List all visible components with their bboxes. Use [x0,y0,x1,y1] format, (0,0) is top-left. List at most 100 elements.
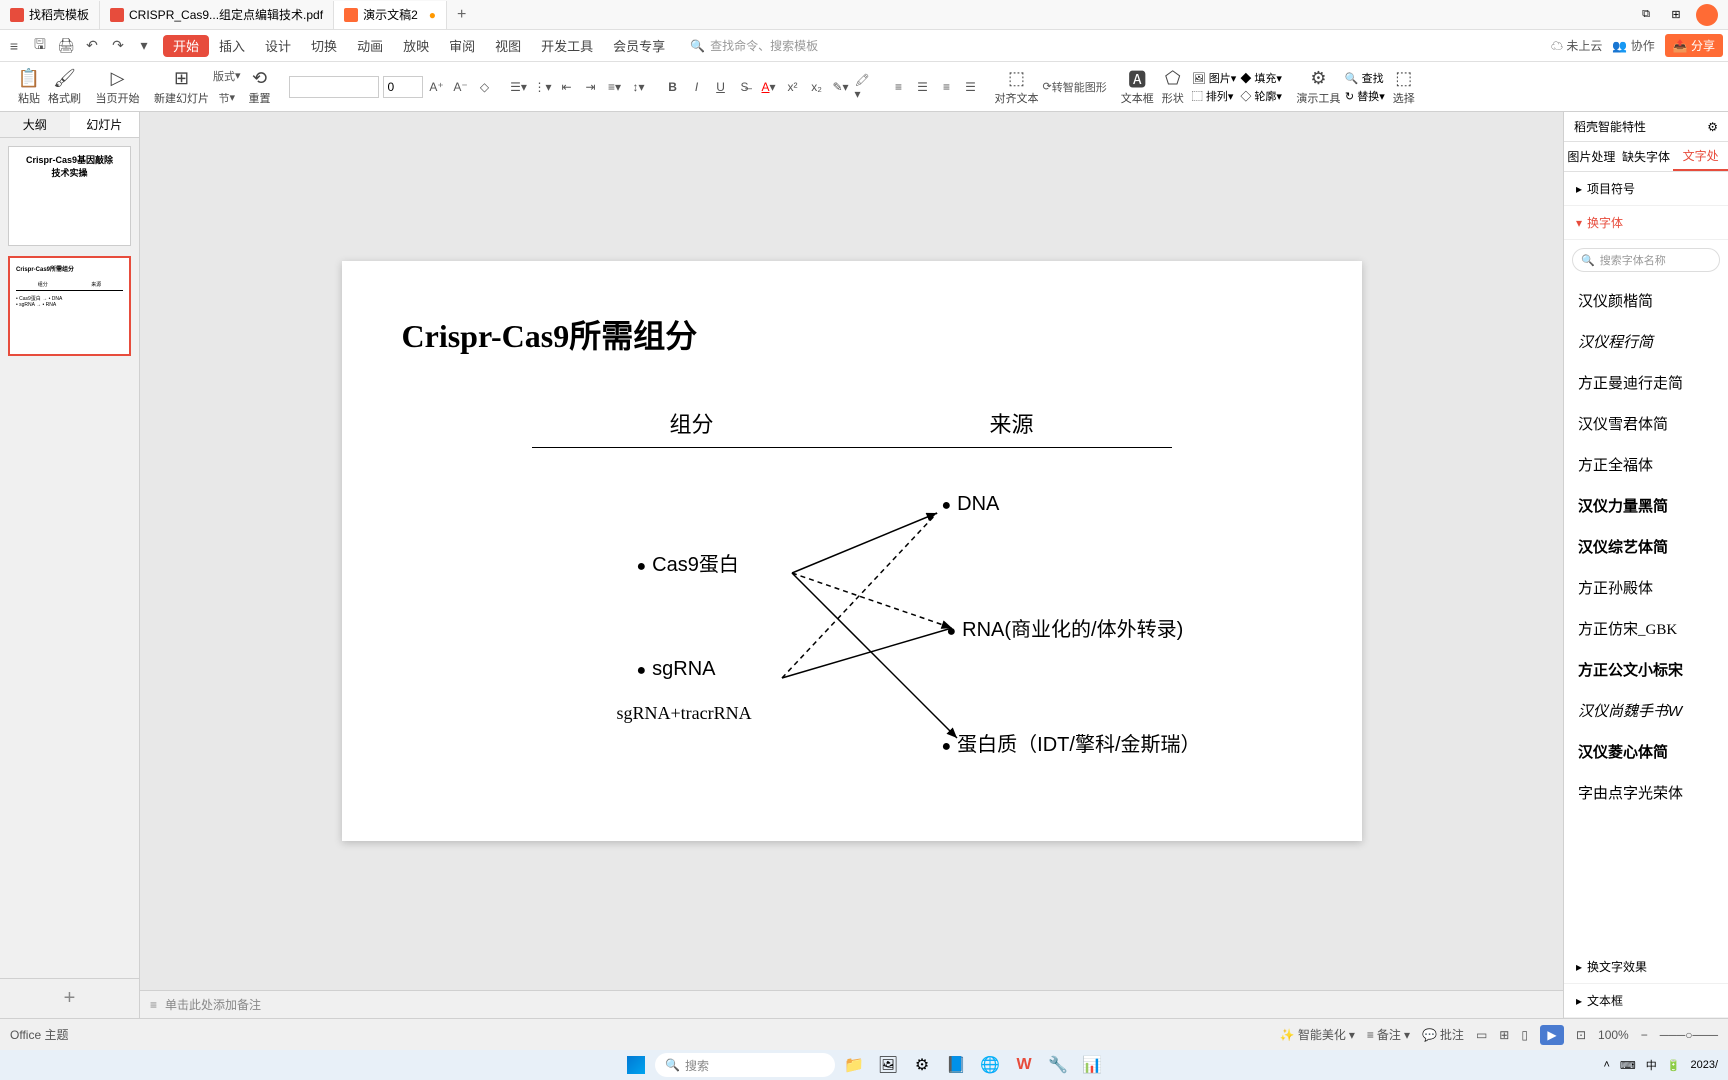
menu-review[interactable]: 审阅 [439,30,485,61]
menu-play[interactable]: 放映 [393,30,439,61]
canvas-wrap[interactable]: Crispr-Cas9所需组分 组分 来源 [140,112,1563,990]
superscript-button[interactable]: x² [783,77,803,97]
font-item[interactable]: 汉仪力量黑简 [1564,485,1728,526]
zoom-level[interactable]: 100% [1598,1028,1629,1042]
item-cas9[interactable]: ●Cas9蛋白 [637,548,739,577]
zoom-out-button[interactable]: − [1641,1028,1648,1042]
underline-button[interactable]: U [711,77,731,97]
task-app-3[interactable]: ⚙ [907,1052,937,1078]
tab-pdf[interactable]: CRISPR_Cas9...组定点编辑技术.pdf [100,1,334,29]
font-item[interactable]: 汉仪尚魏手书W [1564,690,1728,731]
thumbnail-2[interactable]: Crispr-Cas9所需组分 组分来源 • Cas9蛋白 → • DNA • … [8,256,131,356]
task-app-1[interactable]: 📁 [839,1052,869,1078]
add-slide-button[interactable]: + [0,978,139,1018]
window-mode-icon[interactable]: ⧉ [1636,5,1656,25]
font-item[interactable]: 方正仿宋_GBK [1564,608,1728,649]
task-app-6[interactable]: 📊 [1077,1052,1107,1078]
menu-animation[interactable]: 动画 [347,30,393,61]
add-tab-button[interactable]: + [447,6,476,24]
align-right-button[interactable]: ≡ [937,77,957,97]
notes-button[interactable]: ≡备注▾ [1367,1026,1410,1043]
increase-font-button[interactable]: A⁺ [427,77,447,97]
item-dna[interactable]: ●DNA [942,493,1000,516]
comment-button[interactable]: 💬批注 [1422,1026,1464,1043]
indent-increase-button[interactable]: ⇥ [581,77,601,97]
menu-search[interactable]: 🔍 查找命令、搜索模板 [690,37,818,54]
font-item[interactable]: 方正全福体 [1564,444,1728,485]
tray-battery-icon[interactable]: 🔋 [1667,1059,1681,1072]
dropdown-icon[interactable]: ▾ [135,37,153,55]
menu-dev[interactable]: 开发工具 [531,30,603,61]
picture-button[interactable]: 🖼 图片▾ [1192,70,1237,86]
undo-icon[interactable]: ↶ [83,37,101,55]
task-app-4[interactable]: 📘 [941,1052,971,1078]
tray-ime-icon[interactable]: 中 [1646,1057,1657,1073]
gear-icon[interactable]: ⚙ [1707,120,1718,134]
bold-button[interactable]: B [663,77,683,97]
tab-font-missing[interactable]: 缺失字体 [1619,142,1674,171]
subscript-button[interactable]: x₂ [807,77,827,97]
align-text-button[interactable]: ⬚对齐文本 [995,65,1039,109]
font-search[interactable]: 🔍 搜索字体名称 [1572,248,1720,272]
item-sgrna[interactable]: ●sgRNA [637,658,716,681]
find-button[interactable]: 🔍 查找 [1345,70,1385,86]
font-item[interactable]: 汉仪程行简 [1564,321,1728,362]
decrease-font-button[interactable]: A⁻ [451,77,471,97]
font-list[interactable]: 汉仪颜楷简 汉仪程行简 方正曼迪行走简 汉仪雪君体简 方正全福体 汉仪力量黑简 … [1564,280,1728,950]
font-item[interactable]: 方正孙殿体 [1564,567,1728,608]
menu-design[interactable]: 设计 [255,30,301,61]
textbox-button[interactable]: 🅰文本框 [1121,65,1154,109]
tab-image[interactable]: 图片处理 [1564,142,1619,171]
zoom-slider[interactable]: ───○─── [1660,1028,1718,1042]
section-button[interactable]: 节▾ [213,88,241,108]
task-app-5[interactable]: 🔧 [1043,1052,1073,1078]
highlight-button[interactable]: ✎▾ [831,77,851,97]
align-left-button[interactable]: ≡ [889,77,909,97]
apps-icon[interactable]: ⊞ [1666,5,1686,25]
header-source[interactable]: 来源 [989,407,1033,439]
font-item[interactable]: 汉仪颜楷简 [1564,280,1728,321]
item-rna[interactable]: ●RNA(商业化的/体外转录) [947,613,1184,642]
task-edge[interactable]: 🌐 [975,1052,1005,1078]
slide-title[interactable]: Crispr-Cas9所需组分 [402,311,1302,357]
header-components[interactable]: 组分 [669,407,713,439]
task-app-2[interactable]: 🖼 [873,1052,903,1078]
font-item[interactable]: 汉仪菱心体简 [1564,731,1728,772]
menu-member[interactable]: 会员专享 [603,30,675,61]
numbering-button[interactable]: ⋮▾ [533,77,553,97]
align-justify-button[interactable]: ☰ [961,77,981,97]
layout-button[interactable]: 版式▾ [213,66,241,86]
arrange-button[interactable]: ⬚ 排列▾ [1192,88,1237,104]
select-button[interactable]: ⬚选择 [1389,65,1419,109]
section-change-font[interactable]: ▾ 换字体 [1564,206,1728,240]
outline-tab[interactable]: 大纲 [0,112,70,137]
tray-date[interactable]: 2023/ [1690,1059,1718,1071]
play-from-button[interactable]: ▷当页开始 [95,65,140,109]
smart-beautify-button[interactable]: ✨智能美化▾ [1280,1026,1355,1043]
font-item[interactable]: 方正公文小标宋 [1564,649,1728,690]
tab-text[interactable]: 文字处 [1673,142,1728,171]
fill-button[interactable]: ◆ 填充▾ [1240,70,1282,86]
font-item[interactable]: 汉仪雪君体简 [1564,403,1728,444]
view-normal-icon[interactable]: ▭ [1476,1028,1487,1042]
item-protein[interactable]: ●蛋白质（IDT/擎科/金斯瑞） [942,728,1201,757]
smartart-button[interactable]: ⟳转智能图形 [1043,77,1107,97]
share-button[interactable]: 📤 分享 [1665,34,1723,57]
tab-templates[interactable]: 找稻壳模板 [0,1,100,29]
indent-decrease-button[interactable]: ⇤ [557,77,577,97]
slide[interactable]: Crispr-Cas9所需组分 组分 来源 [342,261,1362,841]
fit-icon[interactable]: ⊡ [1576,1028,1586,1042]
thumbnail-1[interactable]: Crispr-Cas9基因敲除 技术实操 [8,146,131,246]
avatar[interactable] [1696,4,1718,26]
new-slide-button[interactable]: ⊞新建幻灯片 [154,65,209,109]
shape-button[interactable]: ⬠形状 [1158,65,1188,109]
taskbar-search[interactable]: 🔍 搜索 [655,1053,835,1077]
reset-button[interactable]: ⟲重置 [245,65,275,109]
clear-format-button[interactable]: ◇ [475,77,495,97]
slides-tab[interactable]: 幻灯片 [70,112,140,137]
font-item[interactable]: 汉仪综艺体简 [1564,526,1728,567]
section-textbox[interactable]: ▸ 文本框 [1564,984,1728,1018]
view-reading-icon[interactable]: ▯ [1521,1028,1528,1042]
start-button[interactable] [621,1052,651,1078]
tray-input-icon[interactable]: ⌨ [1620,1059,1636,1072]
